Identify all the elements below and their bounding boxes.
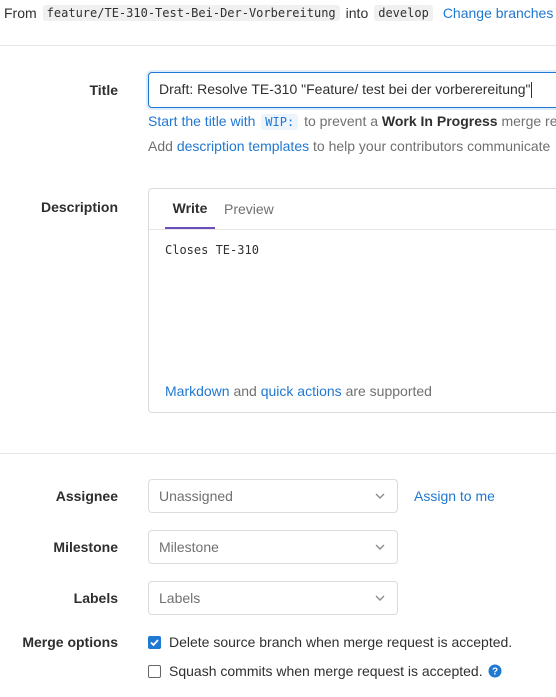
assignee-value: Unassigned xyxy=(159,488,233,504)
milestone-label: Milestone xyxy=(53,539,118,555)
title-input[interactable]: Draft: Resolve TE-310 "Feature/ test bei… xyxy=(148,72,556,108)
description-label: Description xyxy=(40,199,118,215)
title-label: Title xyxy=(89,82,118,98)
markdown-supported: are supported xyxy=(345,383,432,399)
question-circle-icon[interactable]: ? xyxy=(488,664,502,678)
change-branches-link[interactable]: Change branches xyxy=(443,5,554,21)
svg-text:?: ? xyxy=(492,667,498,678)
squash-commits-text: Squash commits when merge request is acc… xyxy=(169,663,483,679)
source-branch: feature/TE-310-Test-Bei-Der-Vorbereitung xyxy=(42,5,340,21)
tab-write-label: Write xyxy=(172,200,208,216)
merge-options-label: Merge options xyxy=(22,634,118,650)
assign-to-me-link[interactable]: Assign to me xyxy=(414,488,495,504)
milestone-value: Milestone xyxy=(159,539,219,555)
squash-commits-checkbox[interactable] xyxy=(148,665,161,678)
delete-source-label[interactable]: Delete source branch when merge request … xyxy=(169,634,512,650)
labels-value: Labels xyxy=(159,590,201,606)
description-templates-link[interactable]: description templates xyxy=(177,138,309,154)
into-label: into xyxy=(345,5,369,21)
templates-hint: Add description templates to help your c… xyxy=(148,138,550,154)
tab-preview[interactable]: Preview xyxy=(224,189,274,229)
markdown-help: Markdown and quick actions are supported xyxy=(165,383,432,399)
assignee-dropdown[interactable]: Unassigned xyxy=(148,479,398,513)
labels-dropdown[interactable]: Labels xyxy=(148,581,398,615)
divider xyxy=(0,453,556,454)
assignee-label: Assignee xyxy=(55,488,118,504)
markdown-link[interactable]: Markdown xyxy=(165,383,230,399)
tab-divider xyxy=(149,229,556,230)
title-hint: Start the title with WIP: to prevent a W… xyxy=(148,113,556,130)
delete-source-checkbox[interactable] xyxy=(148,636,161,649)
wip-code: WIP: xyxy=(261,114,299,130)
description-editor: Write Preview Closes TE-310 Markdown and… xyxy=(148,188,556,413)
title-input-value: Draft: Resolve TE-310 "Feature/ test bei… xyxy=(159,81,531,97)
hint-text-end: merge rec xyxy=(501,113,556,129)
tab-write[interactable]: Write xyxy=(165,189,215,229)
divider xyxy=(0,45,556,46)
chevron-down-icon xyxy=(375,595,385,601)
templates-prefix: Add xyxy=(148,138,173,154)
branch-summary: From feature/TE-310-Test-Bei-Der-Vorbere… xyxy=(4,5,553,21)
from-label: From xyxy=(4,5,37,21)
hint-bold: Work In Progress xyxy=(381,113,498,129)
checkmark-icon xyxy=(150,639,159,647)
tab-preview-label: Preview xyxy=(224,201,274,217)
chevron-down-icon xyxy=(375,493,385,499)
hint-text: to prevent a xyxy=(304,113,379,129)
markdown-and: and xyxy=(233,383,257,399)
target-branch: develop xyxy=(374,5,433,21)
wip-hint-link[interactable]: Start the title with xyxy=(148,113,255,129)
milestone-dropdown[interactable]: Milestone xyxy=(148,530,398,564)
squash-commits-label[interactable]: Squash commits when merge request is acc… xyxy=(169,663,502,679)
chevron-down-icon xyxy=(375,544,385,550)
description-text: Closes TE-310 xyxy=(165,243,259,257)
quick-actions-link[interactable]: quick actions xyxy=(261,383,342,399)
templates-suffix: to help your contributors communicate xyxy=(313,138,551,154)
description-textarea[interactable]: Closes TE-310 xyxy=(165,243,545,363)
labels-label: Labels xyxy=(73,590,118,606)
